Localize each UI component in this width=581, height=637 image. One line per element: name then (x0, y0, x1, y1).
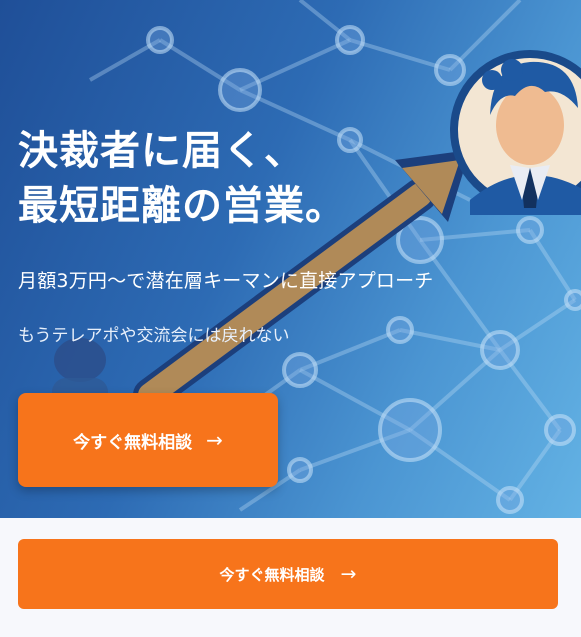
hero-free-consultation-button[interactable]: 今すぐ無料相談 → (18, 393, 278, 487)
sticky-free-consultation-button[interactable]: 今すぐ無料相談 → (18, 539, 558, 609)
hero-subtitle: 月額3万円〜で潜在層キーマンに直接アプローチ (18, 270, 434, 292)
hero-title: 決裁者に届く、 最短距離の営業。 (18, 124, 346, 234)
businessman-avatar-icon (450, 50, 581, 215)
hero-cta-label: 今すぐ無料相談 (73, 432, 193, 453)
hero-title-line-2: 最短距離の営業。 (18, 183, 346, 229)
hero-section: 決裁者に届く、 最短距離の営業。 月額3万円〜で潜在層キーマンに直接アプローチ … (0, 0, 581, 518)
sticky-cta-bar: 今すぐ無料相談 → (0, 518, 581, 637)
hero-title-line-1: 決裁者に届く、 (18, 128, 305, 174)
arrow-right-icon: → (340, 563, 357, 585)
hero-tagline: もうテレアポや交流会には戻れない (18, 326, 290, 346)
sticky-cta-label: 今すぐ無料相談 (219, 565, 325, 584)
arrow-right-icon: → (206, 428, 223, 452)
